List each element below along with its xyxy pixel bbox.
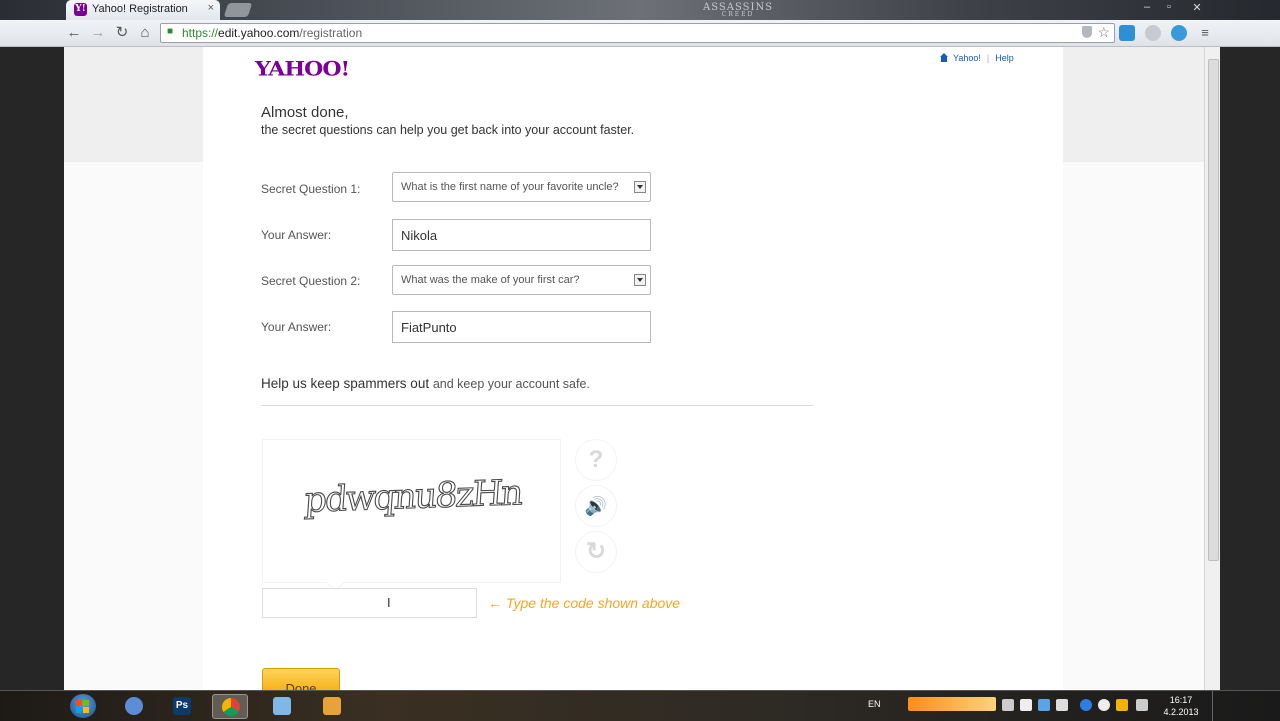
secret-question-2-label: Secret Question 2: [261,274,361,288]
tray-icon[interactable] [1098,699,1110,711]
captcha-hint-text: Type the code shown above [506,595,681,611]
forward-button[interactable]: → [88,23,108,43]
language-indicator[interactable]: EN [868,699,881,709]
captcha-hint: ← Type the code shown above [488,595,680,611]
address-bar[interactable]: ■ https://edit.yahoo.com/registration ☆ [160,23,1115,43]
extension-icon[interactable] [1145,25,1161,41]
tray-icon[interactable] [1056,699,1068,711]
page-title: Almost done, [261,104,349,121]
clock-date: 4.2.2013 [1163,707,1199,717]
captcha-heading-bold: Help us keep spammers out [261,376,430,391]
arrow-left-icon: ← [488,595,502,611]
lock-icon: ■ [167,26,174,37]
photoshop-icon[interactable]: Ps [164,694,200,719]
captcha-heading-rest: and keep your account safe. [432,377,590,391]
top-links: Yahoo! | Help [939,53,1014,63]
captcha-refresh-icon[interactable]: ↻ [575,531,617,573]
desktop-strip-left [0,47,64,690]
captcha-help-icon[interactable]: ? [575,439,617,481]
browser-toolbar: ← → ↻ ⌂ ■ https://edit.yahoo.com/registr… [0,20,1280,47]
captcha-code-input[interactable]: I [262,588,477,618]
page-viewport: YAHOO! Yahoo! | Help Almost done, the secr… [0,47,1204,690]
captcha-image: pdwqnu8zHn [262,439,561,592]
minimize-button[interactable]: – [1136,1,1158,13]
show-desktop-button[interactable] [1212,691,1227,721]
taskbar-clock[interactable]: 16:17 4.2.2013 [1158,694,1204,718]
volume-icon[interactable] [1136,699,1148,711]
clock-time: 16:17 [1169,695,1193,705]
text-cursor: I [387,595,391,610]
tab-title: Yahoo! Registration [92,3,188,15]
home-icon [939,53,949,62]
tray-icon[interactable] [1020,699,1032,711]
done-button[interactable]: Done [262,668,340,690]
start-button[interactable] [70,694,96,718]
chrome-icon[interactable] [212,694,248,719]
answer-1-input[interactable]: Nikola [392,219,651,251]
page-subtitle: the secret questions can help you get ba… [261,123,635,137]
yahoo-favicon-icon: Y! [74,3,87,16]
taskbar-app-icon[interactable] [116,694,152,719]
tray-icon[interactable] [1038,699,1050,711]
scrollbar-thumb[interactable] [1208,59,1219,561]
url-path: /registration [299,26,363,40]
tray-icon[interactable] [1116,699,1128,711]
chrome-menu-icon[interactable]: ≡ [1195,23,1215,43]
captcha-audio-icon[interactable]: 🔊 [575,485,617,527]
secret-question-2-select[interactable]: What was the make of your first car? [392,265,651,295]
url-host: edit.yahoo.com [218,26,300,40]
answer-2-label: Your Answer: [261,320,332,334]
browser-title-bar: Y! Yahoo! Registration × ASSASSINS CREED… [0,0,1280,20]
chevron-down-icon[interactable] [634,274,646,286]
secret-question-1-label: Secret Question 1: [261,182,361,196]
secret-question-1-value: What is the first name of your favorite … [401,181,619,193]
wallpaper-logo: ASSASSINS CREED [703,2,773,18]
chevron-down-icon[interactable] [634,181,646,193]
yahoo-home-link[interactable]: Yahoo! [953,53,981,63]
taskbar-app-icon[interactable] [264,694,300,719]
skype-icon[interactable] [1171,25,1187,41]
yahoo-logo[interactable]: YAHOO! [255,57,350,80]
reload-button[interactable]: ↻ [112,23,132,43]
tray-app-icon[interactable] [908,697,996,711]
answer-1-label: Your Answer: [261,228,332,242]
url-text: https://edit.yahoo.com/registration [182,26,362,40]
tray-icon[interactable] [1002,699,1014,711]
divider [261,405,813,406]
tray-icon[interactable] [1080,699,1092,711]
secret-question-2-value: What was the make of your first car? [401,274,580,286]
vertical-scrollbar[interactable] [1204,47,1221,690]
home-button[interactable]: ⌂ [135,23,155,43]
secret-question-1-select[interactable]: What is the first name of your favorite … [392,172,651,202]
windows-taskbar: Ps EN 16:17 4.2.2013 [0,690,1280,721]
shield-icon[interactable] [1082,26,1092,38]
help-link[interactable]: Help [995,53,1014,63]
captcha-heading: Help us keep spammers out and keep your … [261,376,590,391]
bookmark-star-icon[interactable]: ☆ [1097,24,1110,41]
url-scheme: https:// [182,26,219,40]
maximize-button[interactable]: ▫ [1158,1,1180,13]
registration-page: YAHOO! Yahoo! | Help Almost done, the secr… [203,47,1063,690]
extension-icon[interactable] [1119,25,1135,41]
answer-2-input[interactable]: FiatPunto [392,311,651,343]
back-button[interactable]: ← [64,23,84,43]
desktop-strip-right [1220,47,1280,690]
new-tab-button[interactable] [223,3,253,17]
taskbar-app-icon[interactable] [314,694,350,719]
captcha-text: pdwqnu8zHn [303,473,524,522]
tab-close-icon[interactable]: × [208,2,214,14]
close-window-button[interactable]: ✕ [1186,1,1208,14]
browser-tab-active[interactable]: Y! Yahoo! Registration × [66,0,220,20]
